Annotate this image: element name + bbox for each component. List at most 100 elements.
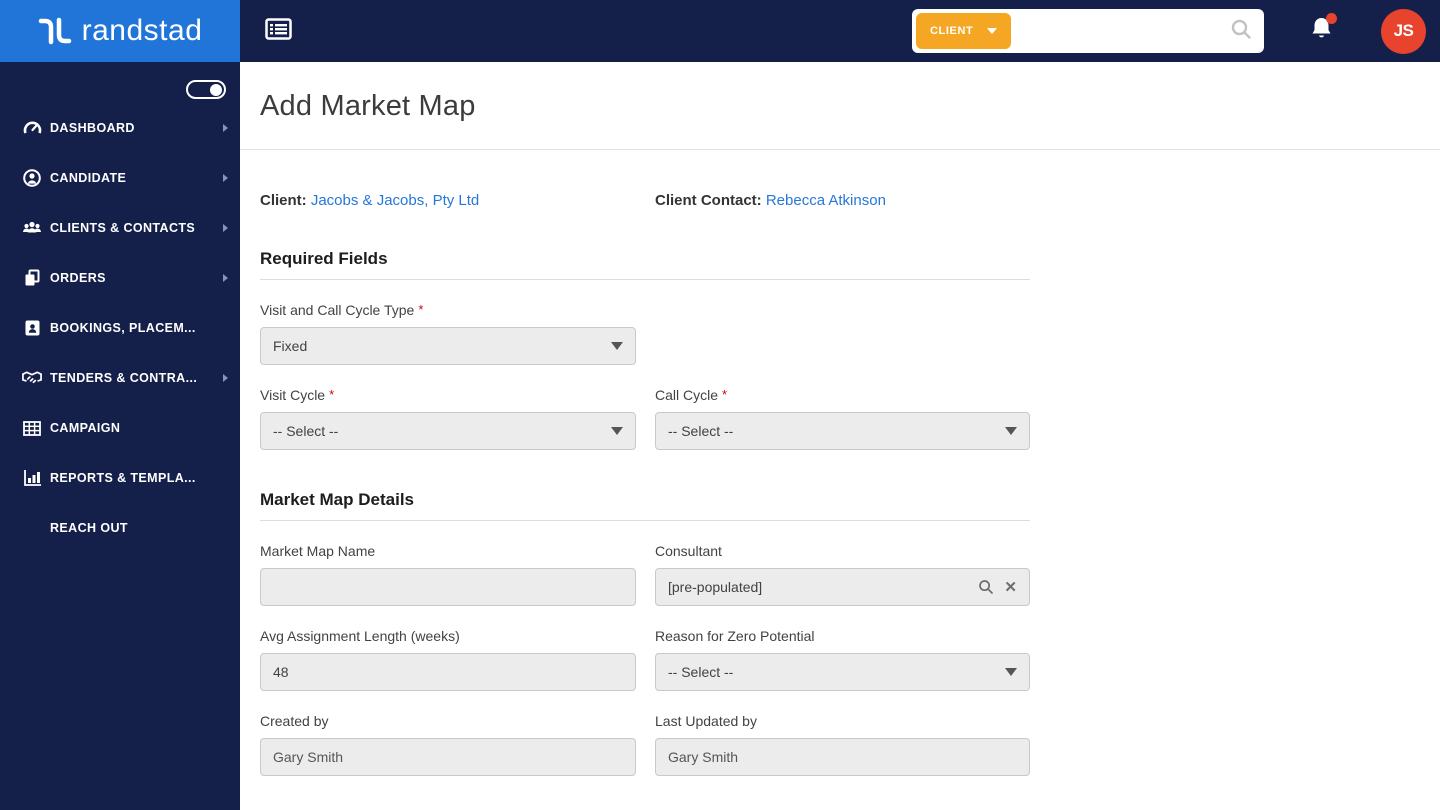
documents-icon	[22, 269, 42, 287]
created-by-value: Gary Smith	[260, 738, 636, 776]
main-content: Add Market Map Client: Jacobs & Jacobs, …	[240, 0, 1440, 810]
chevron-right-icon	[223, 374, 228, 382]
global-search-input[interactable]	[1011, 14, 1230, 48]
field-label: Avg Assignment Length (weeks)	[260, 628, 460, 644]
chevron-right-icon	[223, 174, 228, 182]
required-asterisk: *	[329, 387, 335, 402]
sidebar-item-reach-out[interactable]: REACH OUT	[0, 503, 240, 553]
page-header: Add Market Map	[240, 62, 1440, 150]
sidebar-item-label: BOOKINGS, PLACEM...	[50, 321, 196, 335]
field-reason-zero-potential: Reason for Zero Potential -- Select --	[655, 628, 1030, 691]
global-search-bar: CLIENT	[912, 9, 1264, 53]
list-view-icon[interactable]	[265, 17, 292, 45]
sidebar-item-label: CLIENTS & CONTACTS	[50, 221, 196, 235]
sidebar-item-label: CANDIDATE	[50, 171, 127, 185]
client-summary-row: Client: Jacobs & Jacobs, Pty Ltd Client …	[260, 192, 1420, 209]
sidebar-item-label: ORDERS	[50, 271, 106, 285]
lookup-search-icon[interactable]	[978, 579, 994, 595]
field-label: Reason for Zero Potential	[655, 628, 815, 644]
select-value: -- Select --	[668, 423, 734, 439]
sidebar-item-label: TENDERS & CONTRA...	[50, 371, 198, 385]
field-consultant: Consultant [pre-populated] ✕	[655, 543, 1030, 606]
section-divider	[260, 279, 1030, 280]
chevron-down-icon	[611, 342, 623, 350]
sidebar-item-label: REPORTS & TEMPLA...	[50, 471, 196, 485]
toggle-knob	[210, 83, 222, 96]
section-title-market-map-details: Market Map Details	[260, 490, 414, 509]
client-link[interactable]: Jacobs & Jacobs, Pty Ltd	[311, 192, 479, 209]
chevron-down-icon	[1005, 668, 1017, 676]
clear-icon[interactable]: ✕	[1004, 580, 1017, 595]
group-icon	[22, 219, 42, 237]
avatar-initials: JS	[1393, 21, 1414, 40]
client-contact-label: Client Contact:	[655, 192, 762, 209]
visit-cycle-select[interactable]: -- Select --	[260, 412, 636, 450]
sidebar-nav: DASHBOARD CANDIDATE CLIENTS & CONTACTS O…	[0, 62, 240, 810]
required-asterisk: *	[418, 302, 424, 317]
sidebar-item-dashboard[interactable]: DASHBOARD	[0, 103, 240, 153]
market-map-name-input[interactable]	[260, 568, 636, 606]
brand-logo-text: randstad	[81, 14, 203, 47]
sidebar-item-clients-contacts[interactable]: CLIENTS & CONTACTS	[0, 203, 240, 253]
required-asterisk: *	[722, 387, 728, 402]
field-label: Last Updated by	[655, 713, 757, 729]
gauge-icon	[22, 119, 42, 137]
sidebar-item-label: REACH OUT	[50, 521, 128, 535]
field-label: Call Cycle	[655, 387, 719, 403]
readonly-value: Gary Smith	[668, 749, 739, 765]
section-divider	[260, 520, 1030, 521]
field-label: Visit and Call Cycle Type	[260, 302, 415, 318]
field-market-map-name: Market Map Name	[260, 543, 636, 606]
field-label: Created by	[260, 713, 329, 729]
user-avatar[interactable]: JS	[1381, 8, 1426, 54]
sidebar-item-candidate[interactable]: CANDIDATE	[0, 153, 240, 203]
top-bar: randstad CLIENT JS	[0, 0, 1440, 62]
person-icon	[22, 169, 42, 187]
chevron-down-icon	[1005, 427, 1017, 435]
select-value: Fixed	[273, 338, 308, 354]
sidebar-item-orders[interactable]: ORDERS	[0, 253, 240, 303]
sidebar-item-reports-templates[interactable]: REPORTS & TEMPLA...	[0, 453, 240, 503]
field-label: Consultant	[655, 543, 722, 559]
search-scope-button[interactable]: CLIENT	[916, 13, 1012, 49]
randstad-symbol-icon	[38, 17, 71, 45]
select-value: -- Select --	[273, 423, 339, 439]
field-visit-call-cycle-type: Visit and Call Cycle Type * Fixed	[260, 302, 636, 365]
client-label: Client:	[260, 192, 307, 209]
consultant-value: [pre-populated]	[668, 579, 763, 595]
sidebar-item-campaign[interactable]: CAMPAIGN	[0, 403, 240, 453]
chevron-right-icon	[223, 124, 228, 132]
client-contact-link[interactable]: Rebecca Atkinson	[766, 192, 886, 209]
notifications-button[interactable]	[1310, 13, 1337, 46]
avg-assignment-length-input[interactable]	[260, 653, 636, 691]
chevron-right-icon	[223, 274, 228, 282]
bar-chart-icon	[22, 469, 42, 487]
readonly-value: Gary Smith	[273, 749, 344, 765]
sidebar-item-bookings-placements[interactable]: BOOKINGS, PLACEM...	[0, 303, 240, 353]
chevron-down-icon	[987, 28, 998, 34]
sidebar-toggle-switch[interactable]	[186, 80, 226, 99]
field-label: Visit Cycle	[260, 387, 326, 403]
grid-icon	[22, 420, 42, 436]
notification-badge	[1326, 13, 1337, 24]
section-title-required-fields: Required Fields	[260, 249, 388, 268]
sidebar-item-label: DASHBOARD	[50, 121, 135, 135]
badge-icon	[22, 319, 42, 337]
consultant-lookup-field[interactable]: [pre-populated] ✕	[655, 568, 1030, 606]
chevron-down-icon	[611, 427, 623, 435]
field-visit-cycle: Visit Cycle * -- Select --	[260, 387, 636, 450]
handshake-icon	[22, 370, 42, 386]
sidebar-item-tenders-contracts[interactable]: TENDERS & CONTRA...	[0, 353, 240, 403]
brand-logo[interactable]: randstad	[0, 0, 240, 62]
search-scope-label: CLIENT	[930, 25, 974, 37]
search-icon[interactable]	[1230, 18, 1252, 45]
reason-zero-potential-select[interactable]: -- Select --	[655, 653, 1030, 691]
field-avg-assignment-length: Avg Assignment Length (weeks)	[260, 628, 636, 691]
field-last-updated-by: Last Updated by Gary Smith	[655, 713, 1030, 776]
visit-call-cycle-type-select[interactable]: Fixed	[260, 327, 636, 365]
call-cycle-select[interactable]: -- Select --	[655, 412, 1030, 450]
field-call-cycle: Call Cycle * -- Select --	[655, 387, 1030, 450]
sidebar-item-label: CAMPAIGN	[50, 421, 121, 435]
chevron-right-icon	[223, 224, 228, 232]
field-created-by: Created by Gary Smith	[260, 713, 636, 776]
